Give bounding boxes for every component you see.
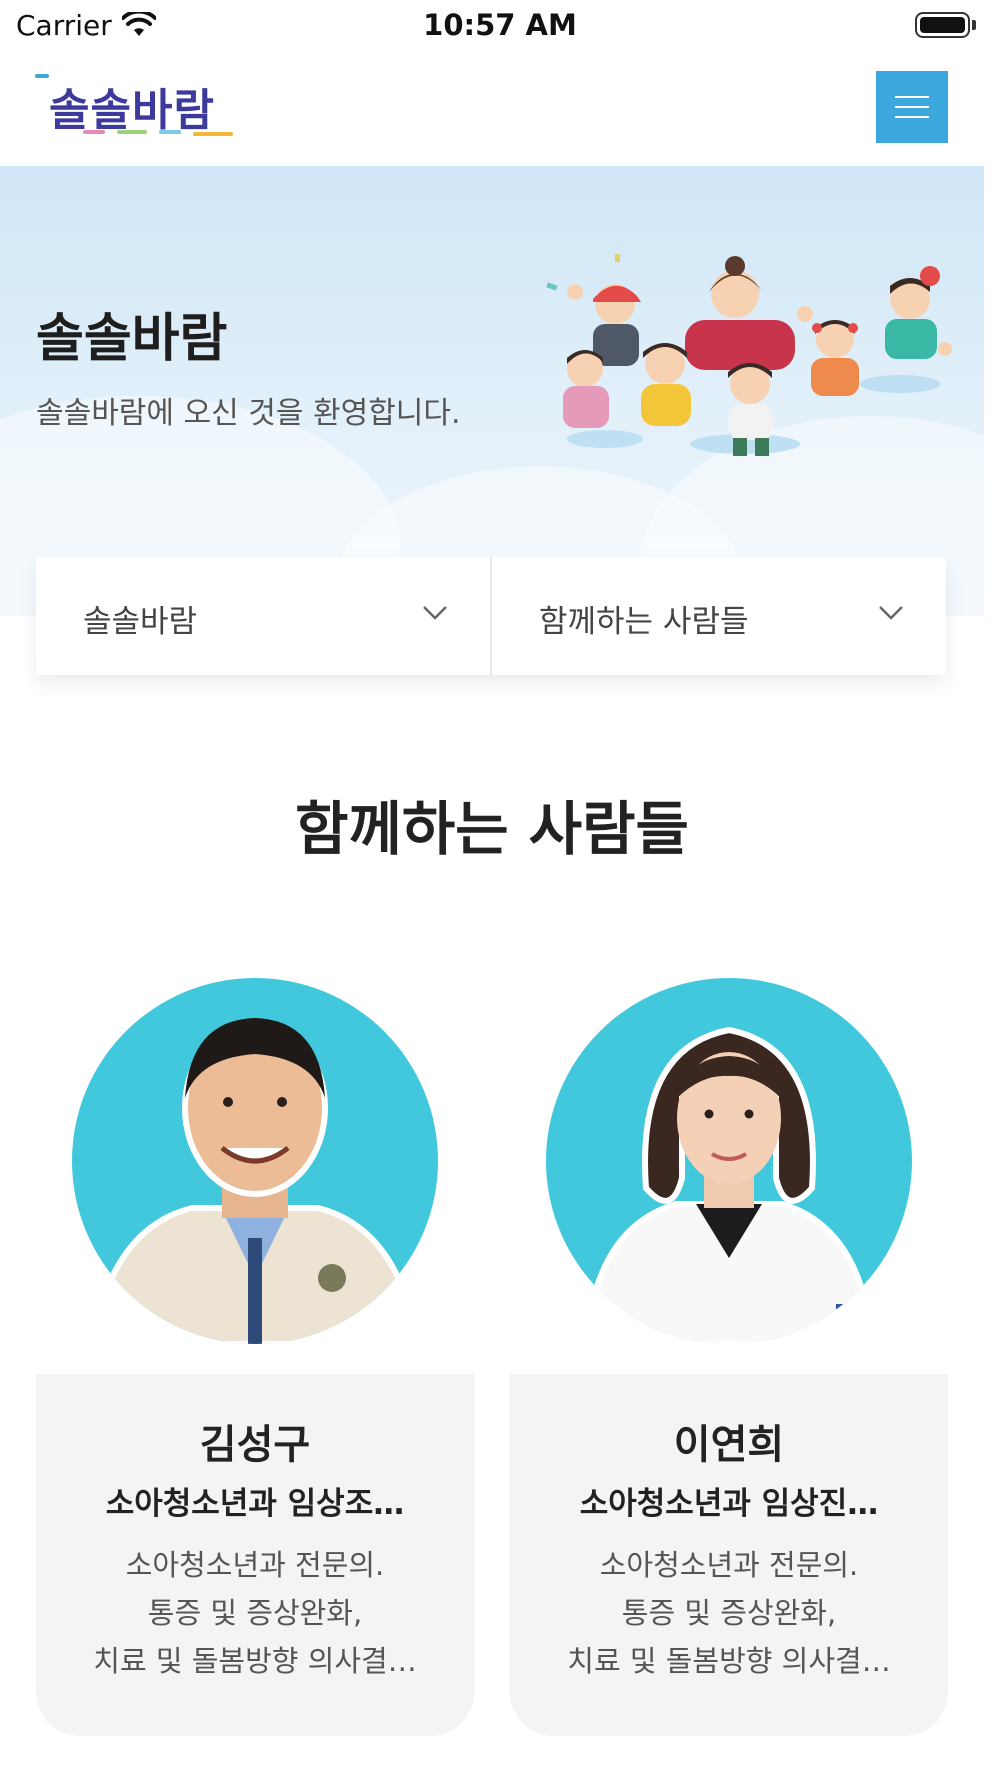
person-role: 소아청소년과 임상진… (579, 1486, 879, 1522)
hero-banner: 솔솔바람 솔솔바람에 오신 것을 환영합니다. (0, 166, 984, 616)
person-info: 이연희 소아청소년과 임상진… 소아청소년과 전문의. 통증 및 증상완화, 치… (510, 1374, 948, 1736)
person-info: 김성구 소아청소년과 임상조… 소아청소년과 전문의. 통증 및 증상완화, 치… (36, 1374, 474, 1736)
person-photo (546, 978, 912, 1344)
hero-subtitle: 솔솔바람에 오신 것을 환영합니다. (36, 396, 461, 431)
logo[interactable]: 솔솔바람 (35, 70, 235, 140)
dropdown-category[interactable]: 솔솔바람 (36, 557, 490, 675)
battery-cap (972, 20, 976, 30)
person-description-line: 통증 및 증상완화, (621, 1596, 837, 1630)
battery-icon (915, 12, 970, 38)
status-time: 10:57 AM (423, 8, 577, 42)
app-header: 솔솔바람 (0, 50, 984, 166)
section-title: 함께하는 사람들 (295, 795, 689, 863)
person-description-line: 치료 및 돌봄방향 의사결… (567, 1644, 891, 1678)
chevron-down-icon (423, 606, 447, 620)
person-description-line: 치료 및 돌봄방향 의사결… (93, 1644, 417, 1678)
nav-dropdowns: 솔솔바람 함께하는 사람들 (36, 557, 946, 675)
person-role: 소아청소년과 임상조… (105, 1486, 405, 1522)
status-bar: Carrier 10:57 AM (0, 0, 1000, 50)
chevron-down-icon (879, 606, 903, 620)
person-photo (72, 978, 438, 1344)
children-group-illustration (546, 254, 952, 456)
person-description-line: 소아청소년과 전문의. (599, 1548, 859, 1582)
menu-button[interactable] (876, 71, 948, 143)
dropdown-category-label: 솔솔바람 (83, 604, 198, 640)
person-card[interactable]: 이연희 소아청소년과 임상진… 소아청소년과 전문의. 통증 및 증상완화, 치… (510, 960, 948, 1736)
dropdown-subpage-label: 함께하는 사람들 (539, 604, 749, 640)
dropdown-subpage[interactable]: 함께하는 사람들 (490, 557, 946, 675)
person-name: 이연희 (673, 1422, 785, 1468)
person-description-line: 통증 및 증상완화, (147, 1596, 363, 1630)
person-name: 김성구 (199, 1422, 311, 1468)
person-description-line: 소아청소년과 전문의. (125, 1548, 385, 1582)
hero-title: 솔솔바람 (36, 309, 228, 369)
logo-text: 솔솔바람 (49, 85, 215, 136)
person-card[interactable]: 김성구 소아청소년과 임상조… 소아청소년과 전문의. 통증 및 증상완화, 치… (36, 960, 474, 1736)
